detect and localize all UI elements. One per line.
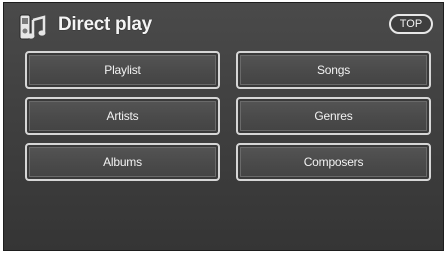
- composers-button[interactable]: Composers: [236, 143, 431, 181]
- albums-button[interactable]: Albums: [25, 143, 220, 181]
- page-title: Direct play: [58, 14, 152, 35]
- playlist-button[interactable]: Playlist: [25, 51, 220, 89]
- artists-button[interactable]: Artists: [25, 97, 220, 135]
- genres-button[interactable]: Genres: [236, 97, 431, 135]
- menu-grid: Playlist Songs Artists Genres Albums Com…: [25, 51, 431, 181]
- direct-play-screen: Direct play TOP Playlist Songs Artists G…: [3, 2, 444, 251]
- songs-button[interactable]: Songs: [236, 51, 431, 89]
- music-note-icon: [19, 14, 46, 40]
- header: Direct play TOP: [4, 3, 443, 49]
- top-button[interactable]: TOP: [389, 14, 433, 34]
